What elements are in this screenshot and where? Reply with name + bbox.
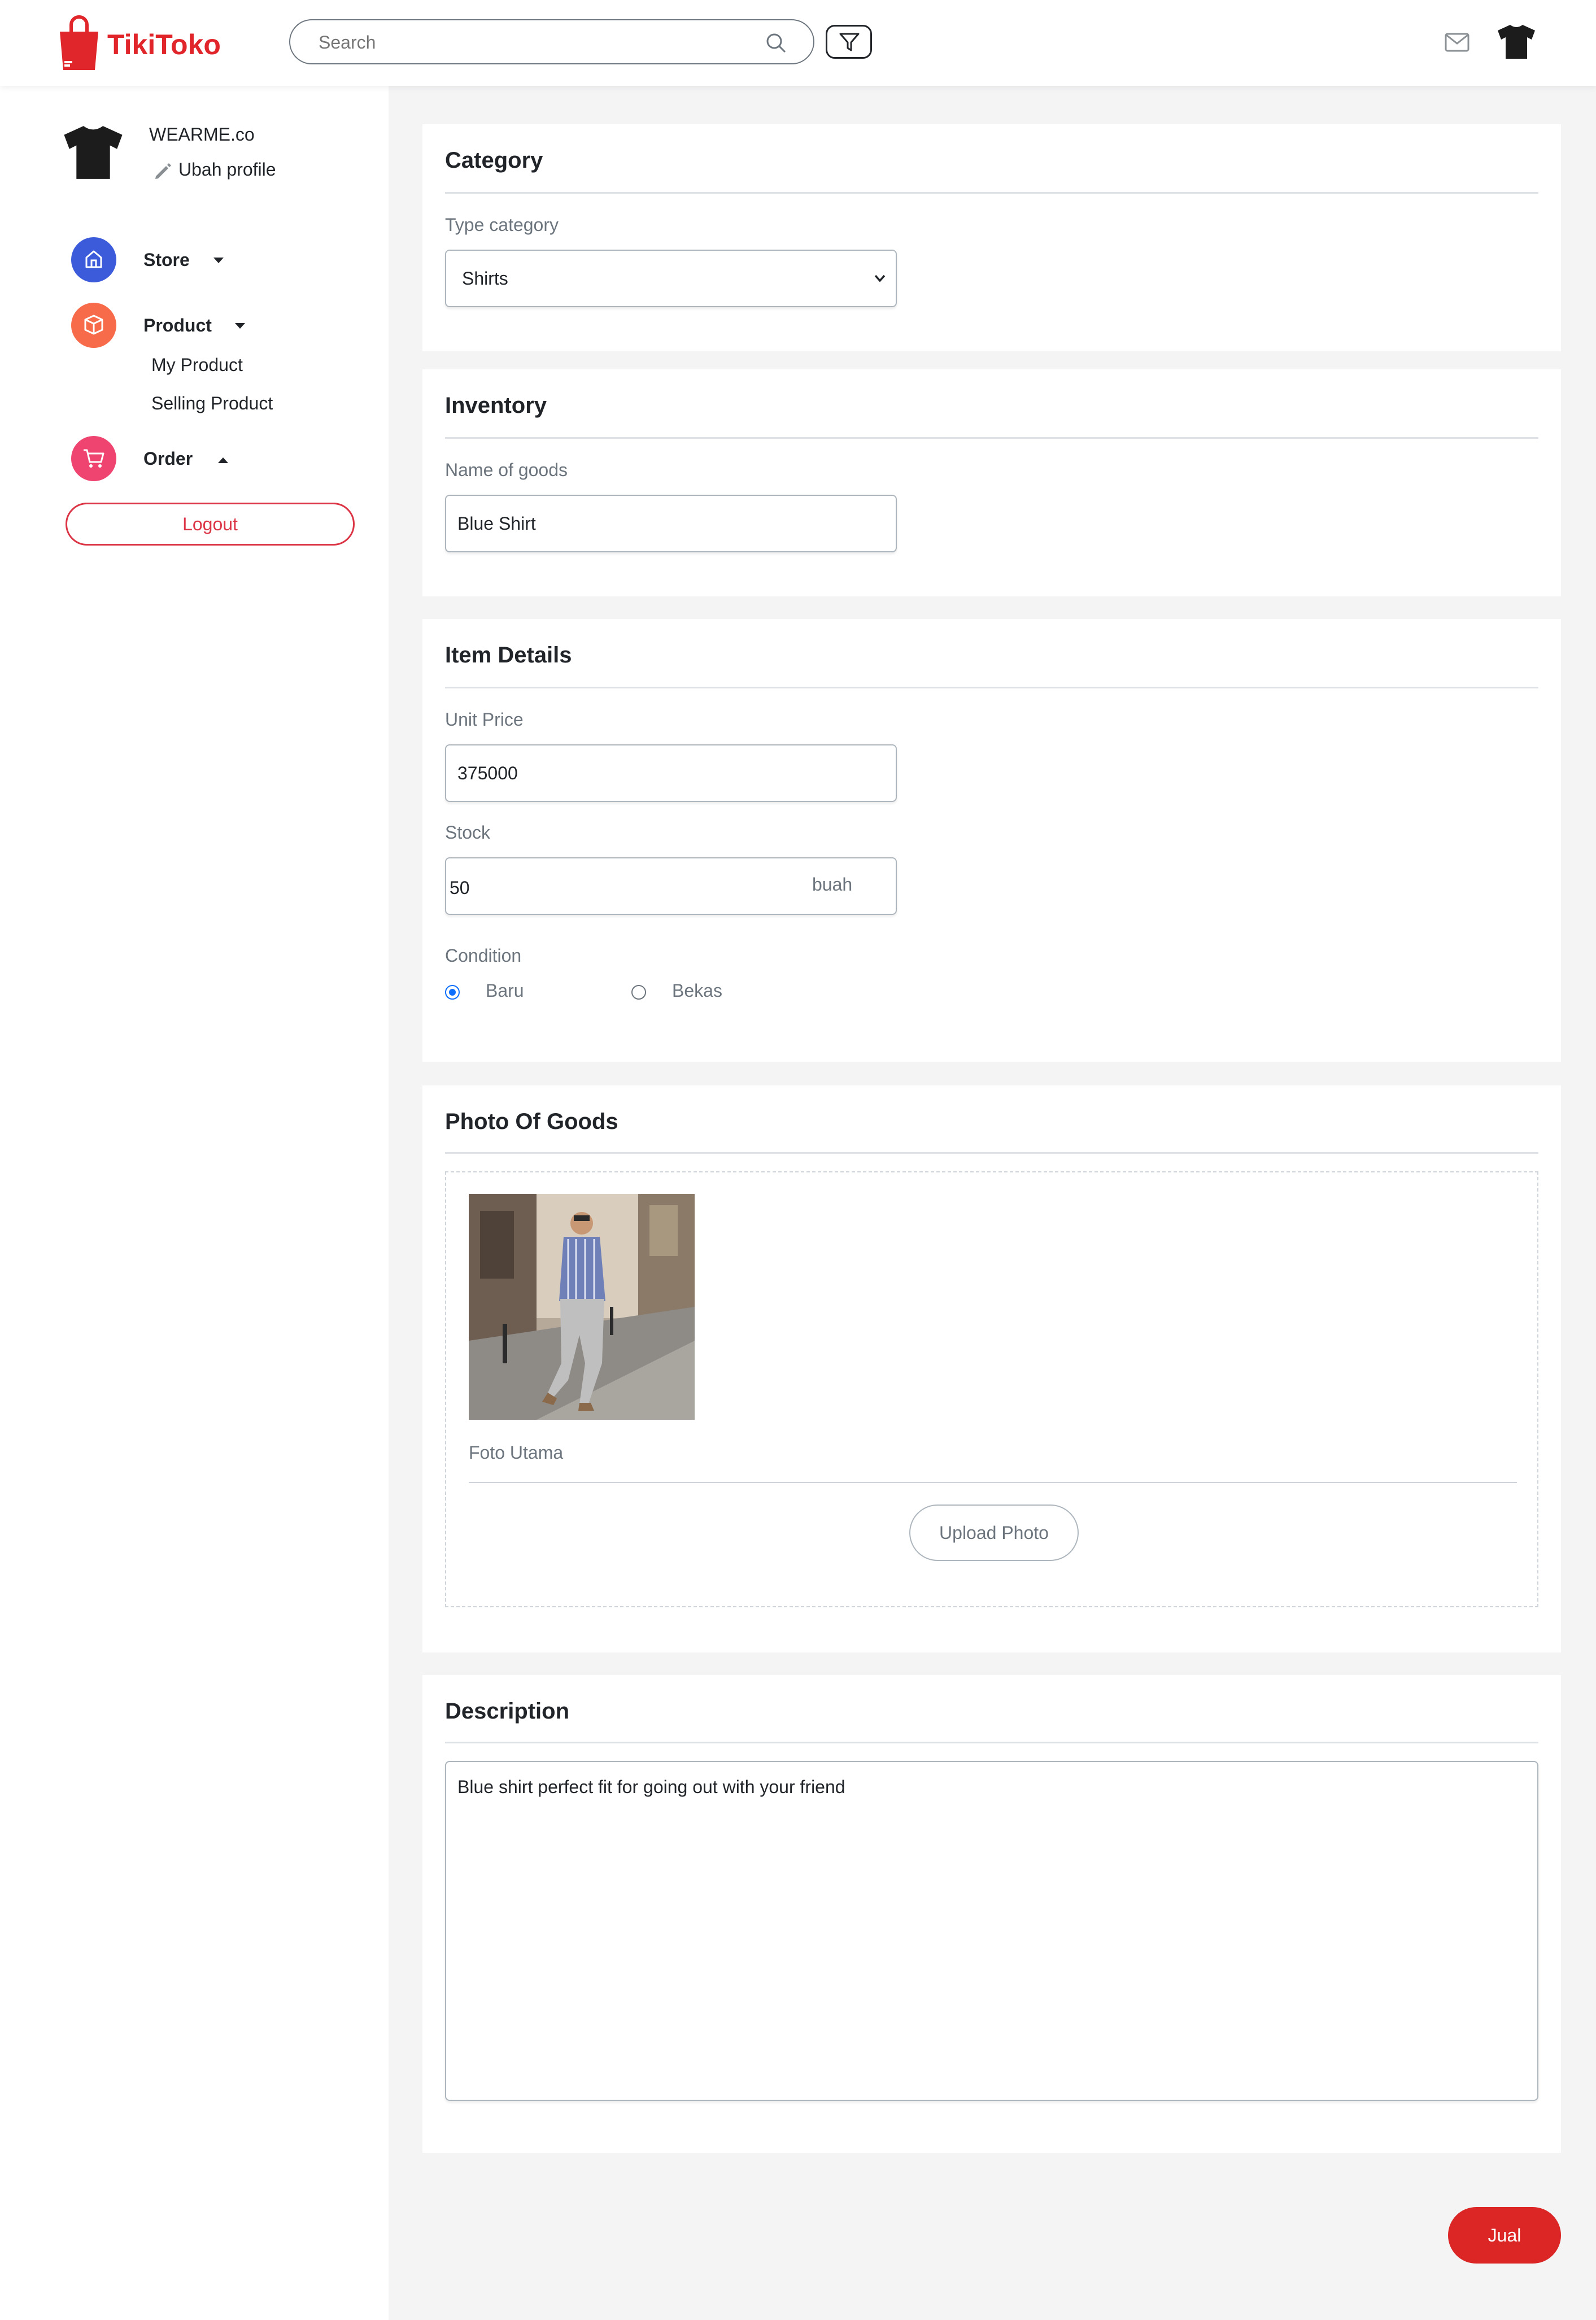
category-card: Category Type category Shirts [422,124,1561,351]
description-title: Description [445,1699,570,1724]
stock-input[interactable]: 50 buah [445,857,897,915]
search-bar[interactable] [289,19,814,64]
category-title: Category [445,148,543,173]
top-navbar: TikiToko [0,0,1596,86]
store-icon-circle [71,237,116,282]
upload-photo-button[interactable]: Upload Photo [909,1504,1079,1561]
description-card: Description Blue shirt perfect fit for g… [422,1675,1561,2153]
category-selected-value: Shirts [462,268,508,289]
product-icon-circle [71,303,116,348]
divider [445,192,1538,194]
chevron-down-icon [874,274,886,282]
condition-option-bekas: Bekas [672,980,722,1001]
caret-down-icon [235,323,245,329]
divider [445,1742,1538,1743]
main-photo-caption: Foto Utama [469,1442,564,1463]
inventory-card: Inventory Name of goods Blue Shirt [422,369,1561,596]
store-name: WEARME.co [149,124,255,145]
sidebar-item-product[interactable]: Product [71,303,263,350]
photo-upload-area[interactable]: Foto Utama Upload Photo [445,1171,1538,1607]
divider [469,1482,1517,1483]
product-label: Product [143,315,212,335]
divider [445,437,1538,439]
item-details-title: Item Details [445,643,572,668]
unit-price-value: 375000 [457,763,518,783]
description-text: Blue shirt perfect fit for going out wit… [457,1777,845,1797]
condition-radio-baru[interactable]: Baru [445,980,558,1003]
search-input[interactable] [317,20,760,64]
mail-icon[interactable] [1445,33,1469,52]
name-of-goods-input[interactable]: Blue Shirt [445,495,897,552]
type-category-label: Type category [445,215,559,235]
category-select[interactable]: Shirts [445,250,897,307]
photo-card: Photo Of Goods Foto Utama Upload Photo [422,1085,1561,1652]
name-of-goods-value: Blue Shirt [457,513,536,534]
sidebar: WEARME.co Ubah profile Store Product My … [0,86,389,2320]
item-details-card: Item Details Unit Price 375000 Stock 50 … [422,619,1561,1062]
product-photo-image [469,1194,695,1420]
unit-price-input[interactable]: 375000 [445,744,897,802]
order-icon-circle [71,436,116,481]
filter-button[interactable] [826,25,872,59]
shopping-bag-icon [60,15,98,70]
sidebar-item-my-product[interactable]: My Product [151,355,243,376]
brand-name[interactable]: TikiToko [107,28,221,61]
unit-price-label: Unit Price [445,709,524,730]
condition-label: Condition [445,945,522,966]
divider [445,687,1538,688]
tshirt-icon [64,126,123,179]
filter-icon [839,33,860,51]
condition-option-baru: Baru [486,980,524,1001]
logout-button[interactable]: Logout [66,503,355,546]
edit-profile-label: Ubah profile [178,159,276,180]
main-photo-thumbnail[interactable] [469,1194,695,1420]
search-icon[interactable] [765,32,787,54]
caret-down-icon [213,258,224,263]
cart-icon [84,449,104,468]
sidebar-item-store[interactable]: Store [71,237,241,285]
inventory-title: Inventory [445,393,547,418]
condition-radio-bekas[interactable]: Bekas [631,980,744,1003]
radio-button[interactable] [631,985,646,1000]
sidebar-item-selling-product[interactable]: Selling Product [151,393,273,414]
tshirt-icon[interactable] [1497,24,1536,60]
stock-value: 50 [450,878,470,898]
box-icon [84,315,103,335]
photo-title: Photo Of Goods [445,1109,618,1134]
jual-button[interactable]: Jual [1448,2207,1561,2264]
pencil-icon [155,163,171,179]
home-icon [85,250,102,268]
stock-unit: buah [812,874,853,895]
stock-label: Stock [445,822,491,843]
store-label: Store [143,250,190,270]
radio-button-selected[interactable] [445,985,460,1000]
description-textarea[interactable]: Blue shirt perfect fit for going out wit… [445,1761,1538,2101]
edit-profile-link[interactable]: Ubah profile [154,156,289,181]
sidebar-item-order[interactable]: Order [71,436,241,483]
divider [445,1152,1538,1154]
name-of-goods-label: Name of goods [445,460,568,480]
order-label: Order [143,448,193,469]
caret-up-icon [218,457,228,463]
